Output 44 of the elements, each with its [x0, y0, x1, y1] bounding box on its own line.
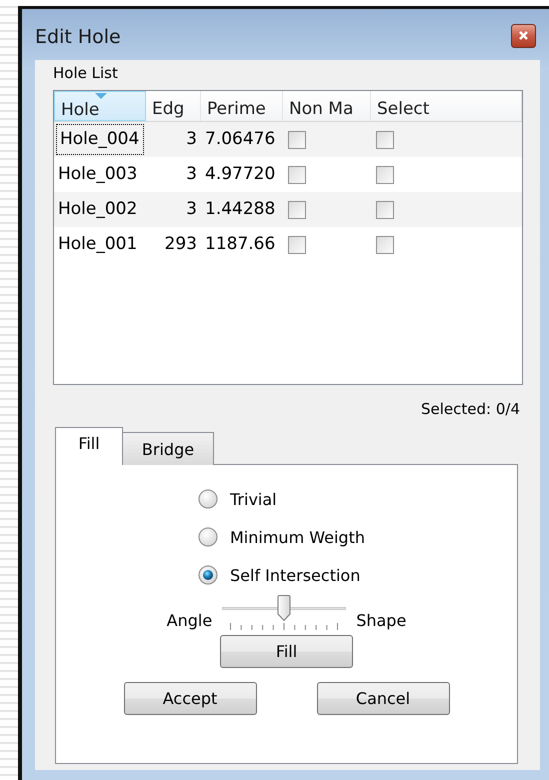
column-header[interactable]: Perime — [201, 91, 283, 121]
close-icon[interactable] — [511, 24, 536, 48]
radio-button[interactable] — [198, 527, 218, 547]
checkbox[interactable] — [288, 236, 306, 254]
table-cell-text: Hole_002 — [57, 198, 138, 221]
tab[interactable]: Fill — [55, 427, 123, 465]
checkbox[interactable] — [288, 166, 306, 184]
checkbox[interactable] — [376, 236, 394, 254]
table-cell-text: 3 — [185, 163, 198, 186]
tab[interactable]: Bridge — [122, 432, 214, 465]
radio-label: Minimum Weigth — [230, 528, 365, 546]
slider-label: Angle — [166, 610, 212, 630]
radio-button[interactable] — [198, 489, 218, 509]
table-cell: Hole_004 — [56, 124, 144, 155]
checkbox[interactable] — [376, 130, 394, 148]
table-cell-text: Hole_003 — [57, 163, 138, 186]
dialog-button[interactable]: Accept — [124, 682, 256, 715]
slider-thumb[interactable] — [277, 595, 292, 621]
table-cell-text: 3 — [185, 198, 198, 221]
column-header[interactable]: Non Ma — [283, 91, 371, 121]
table-cell-text: 293 — [164, 233, 198, 256]
checkbox[interactable] — [376, 200, 394, 218]
dialog-button[interactable]: Cancel — [316, 682, 450, 715]
slider-label: Shape — [356, 610, 406, 630]
checkbox[interactable] — [288, 200, 306, 218]
radio-label: Self Intersection — [230, 566, 360, 584]
fill-button[interactable]: Fill — [220, 635, 353, 668]
checkbox[interactable] — [288, 130, 306, 148]
column-header[interactable]: Edg — [146, 91, 201, 121]
table-cell-text: 3 — [185, 128, 198, 151]
group-label: Hole List — [53, 64, 119, 84]
table-cell-text: 7.06476 — [204, 128, 276, 151]
selected-count: Selected: 0/4 — [420, 400, 520, 418]
column-header[interactable]: Hole — [54, 91, 146, 121]
radio-button[interactable] — [198, 565, 218, 585]
table-cell-text: 4.97720 — [204, 163, 276, 186]
checkbox[interactable] — [376, 166, 394, 184]
radio-label: Trivial — [230, 490, 277, 508]
table-cell-text: Hole_001 — [57, 233, 138, 256]
table-cell-text: 1.44288 — [204, 198, 276, 221]
column-header[interactable]: Select — [371, 91, 522, 121]
table-cell-text: 1187.66 — [204, 233, 276, 256]
sort-arrow-icon — [95, 93, 107, 99]
window-title: Edit Hole — [35, 24, 121, 48]
